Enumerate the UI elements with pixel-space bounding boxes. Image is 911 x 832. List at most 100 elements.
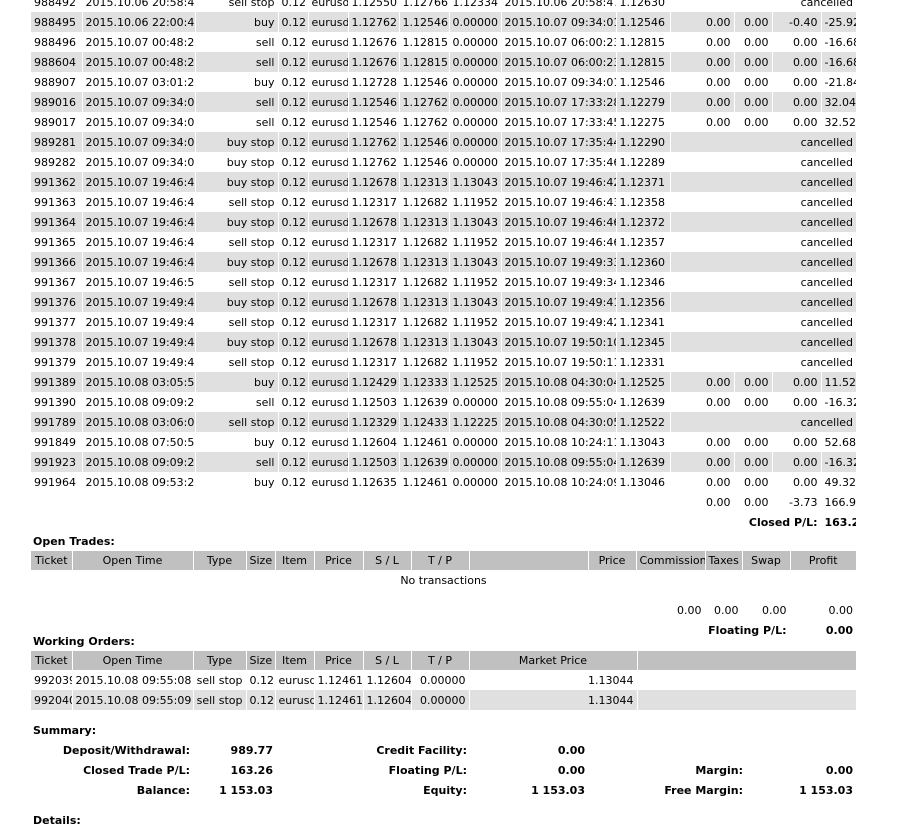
cell-type: sell stop xyxy=(194,192,278,212)
cell-taxes: 0.00 xyxy=(733,52,772,72)
working-cell: 992040 xyxy=(31,690,72,710)
cell-status-cancelled: cancelled xyxy=(669,252,857,272)
open-header-cell: Open Time xyxy=(71,551,193,570)
cell-size: 0.12 xyxy=(277,432,308,452)
cell-close-time: 2015.10.07 19:46:43 xyxy=(500,192,616,212)
balance-label: Balance: xyxy=(136,784,190,797)
cell-open-time: 2015.10.08 03:05:59 xyxy=(81,372,195,392)
cell-close-price: 1.12357 xyxy=(615,232,670,252)
cell-close-time: 2015.10.07 19:46:46 xyxy=(500,232,616,252)
open-header-cell: Taxes xyxy=(704,551,742,570)
cell-close-price: 1.12630 xyxy=(615,0,670,12)
cell-type: sell xyxy=(194,52,278,72)
cell-open-time: 2015.10.07 19:46:45 xyxy=(81,232,195,252)
cell-close-price: 1.12372 xyxy=(615,212,670,232)
cell-profit: 32.52 xyxy=(820,112,857,132)
open-trades-empty-row: No transactions xyxy=(31,570,856,590)
cell-take-profit: 0.00000 xyxy=(448,72,501,92)
cell-item: eurusd xyxy=(307,232,348,252)
cell-close-price: 1.12815 xyxy=(615,52,670,72)
table-row: 989281 2015.10.07 09:34:05 buy stop 0.12 eur… xyxy=(31,132,857,152)
cell-close-time: 2015.10.07 19:46:42 xyxy=(500,172,616,192)
cell-ticket: 989017 xyxy=(34,115,76,129)
working-cell: 0.12 xyxy=(245,670,275,690)
cell-swap: 0.00 xyxy=(771,112,821,132)
cell-type: sell stop xyxy=(194,412,278,432)
cell-close-time: 2015.10.08 09:55:04 xyxy=(500,452,616,472)
cell-type: buy stop xyxy=(194,172,278,192)
cell-size: 0.12 xyxy=(277,472,308,492)
cell-take-profit: 1.13043 xyxy=(448,212,501,232)
closed-trade-pl-value: 163.26 xyxy=(230,764,273,777)
cell-status-cancelled: cancelled xyxy=(669,232,857,252)
floating-pl-row: Floating P/L: 0.00 xyxy=(31,620,856,640)
cell-stop-loss: 1.12762 xyxy=(398,112,449,132)
cell-type: buy stop xyxy=(194,152,278,172)
cell-take-profit: 1.13043 xyxy=(448,292,501,312)
cell-profit: -16.68 xyxy=(820,52,857,72)
cell-size: 0.12 xyxy=(277,332,308,352)
working-header-cell: S / L xyxy=(362,651,411,670)
cell-price: 1.12728 xyxy=(347,72,399,92)
cell-taxes: 0.00 xyxy=(733,32,772,52)
cell-stop-loss: 1.12815 xyxy=(398,52,449,72)
working-header-cell: Price xyxy=(313,651,363,670)
cell-profit: -21.84 xyxy=(820,72,857,92)
working-cell: 1.12604 xyxy=(362,670,411,690)
open-header-cell: Item xyxy=(274,551,314,570)
closed-taxes-total: 0.00 xyxy=(733,492,772,512)
cell-ticket: 991362 xyxy=(31,172,82,192)
cell-stop-loss: 1.12333 xyxy=(398,372,449,392)
closed-pl-label: Closed P/L: xyxy=(669,512,821,532)
open-header-cell: Size xyxy=(245,551,275,570)
cell-size: 0.12 xyxy=(277,0,308,12)
cell-open-time: 2015.10.07 03:01:27 xyxy=(81,72,195,92)
open-header-cell: Type xyxy=(192,551,246,570)
cell-open-time: 2015.10.07 19:46:50 xyxy=(81,272,195,292)
cell-profit: -16.32 xyxy=(820,392,857,412)
open-commission-total: 0.00 xyxy=(635,600,705,620)
cell-type: buy xyxy=(194,372,278,392)
table-row: 991379 2015.10.07 19:49:45 sell stop 0.12 eu… xyxy=(31,352,857,372)
table-row: 989282 2015.10.07 09:34:07 buy stop 0.12 eur… xyxy=(31,152,857,172)
cell-close-price: 1.13046 xyxy=(615,472,670,492)
cell-size: 0.12 xyxy=(277,212,308,232)
cell-ticket: 991376 xyxy=(31,292,82,312)
cell-taxes: 0.00 xyxy=(733,392,772,412)
cell-type: buy xyxy=(194,72,278,92)
cell-close-price: 1.12275 xyxy=(615,112,670,132)
cell-ticket: 991377 xyxy=(34,315,76,329)
free-margin-value: 1 153.03 xyxy=(799,784,853,797)
cell-price: 1.12762 xyxy=(347,152,399,172)
cell-size: 0.12 xyxy=(277,132,308,152)
closed-swap-total: -3.73 xyxy=(771,492,821,512)
cell-commission: 0.00 xyxy=(669,432,734,452)
cell-swap: 0.00 xyxy=(771,32,821,52)
cell-close-time: 2015.10.07 19:50:11 xyxy=(500,352,616,372)
cell-close-time: 2015.10.06 20:58:47 xyxy=(500,0,616,12)
cell-close-price: 1.12371 xyxy=(615,172,670,192)
cell-stop-loss: 1.12766 xyxy=(398,0,449,12)
cell-profit: 11.52 xyxy=(820,372,857,392)
open-taxes-total: 0.00 xyxy=(704,600,742,620)
cell-ticket: 991964 xyxy=(34,475,76,489)
cell-type: sell stop xyxy=(194,352,278,372)
open-header-cell: Commission xyxy=(635,551,705,570)
cell-ticket: 991789 xyxy=(31,412,82,432)
details-title: Details: xyxy=(33,814,81,827)
cell-type: buy stop xyxy=(194,292,278,312)
cell-item: eurusd xyxy=(307,192,348,212)
cell-size: 0.12 xyxy=(277,272,308,292)
cell-profit: 52.68 xyxy=(820,432,857,452)
table-row: 988492 2015.10.06 20:58:42 sell stop 0.12 eu… xyxy=(31,0,857,12)
cell-type: sell stop xyxy=(194,232,278,252)
cell-open-time: 2015.10.07 19:49:41 xyxy=(81,312,195,332)
cell-profit: -25.92 xyxy=(820,12,857,32)
equity-value: 1 153.03 xyxy=(531,784,585,797)
open-trades-header: Ticket Open Time Type Size Item Price S / LT /… xyxy=(31,551,856,570)
cell-item: eurusd xyxy=(307,112,348,132)
cell-price: 1.12678 xyxy=(347,332,399,352)
working-header-cell: Open Time xyxy=(71,651,193,670)
cell-commission: 0.00 xyxy=(669,472,734,492)
table-row: 988907 2015.10.07 03:01:27 buy 0.12 eurusd 1.… xyxy=(31,72,857,92)
